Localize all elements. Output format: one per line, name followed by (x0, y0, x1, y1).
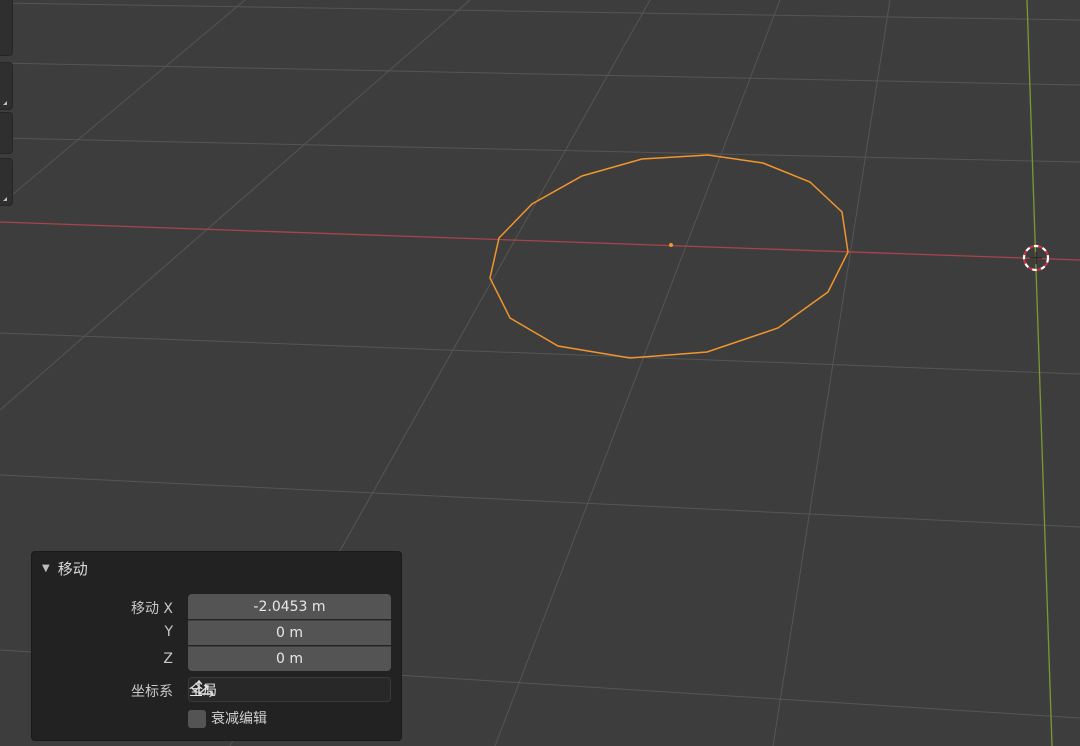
expand-arrow-icon (3, 101, 7, 105)
chevron-down-icon (190, 686, 200, 692)
selected-circle-mesh[interactable] (489, 154, 849, 359)
orientation-select[interactable]: 全局 (188, 677, 391, 702)
toolbar-tab-2[interactable] (0, 62, 13, 110)
move-y-field[interactable]: 0 m (188, 620, 391, 645)
panel-header[interactable]: ▼ 移动 (32, 552, 401, 584)
toolbar-tab-3[interactable] (0, 112, 13, 154)
3d-viewport[interactable]: ▼ 移动 移动 X -2.0453 m Y 0 m Z 0 m 坐标系 全局 衰… (0, 0, 1080, 746)
x-axis-line (0, 221, 1080, 261)
move-x-value: -2.0453 m (253, 598, 326, 615)
expand-arrow-icon (3, 197, 7, 201)
move-x-label: 移动 X (130, 601, 173, 617)
toolbar-tab-1[interactable] (0, 0, 13, 56)
origin-dot (669, 243, 673, 247)
toolbar-tab-4[interactable] (0, 158, 13, 206)
panel-title: 移动 (57, 559, 88, 578)
proportional-edit-checkbox[interactable] (188, 710, 206, 728)
move-z-field[interactable]: 0 m (188, 646, 391, 671)
adjust-last-operation-panel: ▼ 移动 移动 X -2.0453 m Y 0 m Z 0 m 坐标系 全局 衰… (31, 551, 402, 741)
disclosure-triangle-down-icon[interactable]: ▼ (42, 563, 50, 574)
proportional-edit-label[interactable]: 衰减编辑 (211, 710, 267, 728)
move-z-value: 0 m (276, 651, 303, 667)
move-x-field[interactable]: -2.0453 m (188, 594, 391, 619)
move-z-label: Z (163, 651, 173, 667)
move-y-value: 0 m (276, 625, 303, 641)
move-y-label: Y (164, 624, 173, 640)
orientation-label: 坐标系 (131, 684, 173, 700)
